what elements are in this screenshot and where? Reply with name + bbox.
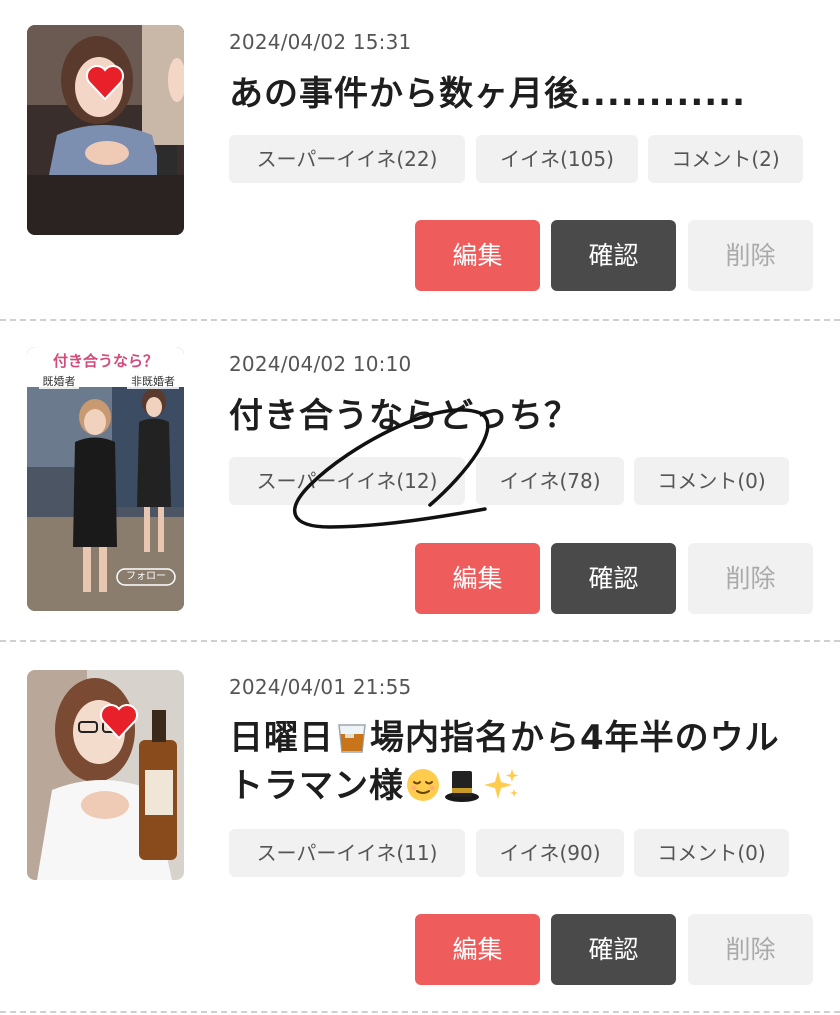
post-date: 2024/04/01 21:55	[229, 675, 412, 699]
sparkles-icon	[484, 769, 519, 799]
like-count: イイネ(90)	[476, 829, 624, 877]
top-hat-icon	[445, 771, 479, 802]
relieved-face-icon	[407, 769, 439, 801]
super-like-count: スーパーイイネ(11)	[229, 829, 465, 877]
whisky-glass-icon	[338, 724, 366, 753]
confirm-button[interactable]: 確認	[551, 914, 676, 985]
edit-button[interactable]: 編集	[415, 914, 540, 985]
post-item: 2024/04/01 21:55 日曜日 場内指名から4年半のウルトラマン様 スー…	[0, 0, 840, 1015]
comment-count: コメント(0)	[634, 829, 789, 877]
post-title-part: 場内指名から4年半のウル	[370, 718, 780, 758]
post-divider	[0, 1011, 840, 1013]
post-actions: 編集 確認 削除	[0, 914, 840, 985]
heart-sticker-icon	[100, 704, 138, 740]
post-thumbnail[interactable]	[27, 670, 184, 880]
post-title[interactable]: 日曜日 場内指名から4年半のウルトラマン様	[229, 714, 819, 810]
delete-button[interactable]: 削除	[688, 914, 813, 985]
post-title-part: トラマン様	[229, 766, 404, 806]
post-title-part: 日曜日	[229, 718, 334, 758]
